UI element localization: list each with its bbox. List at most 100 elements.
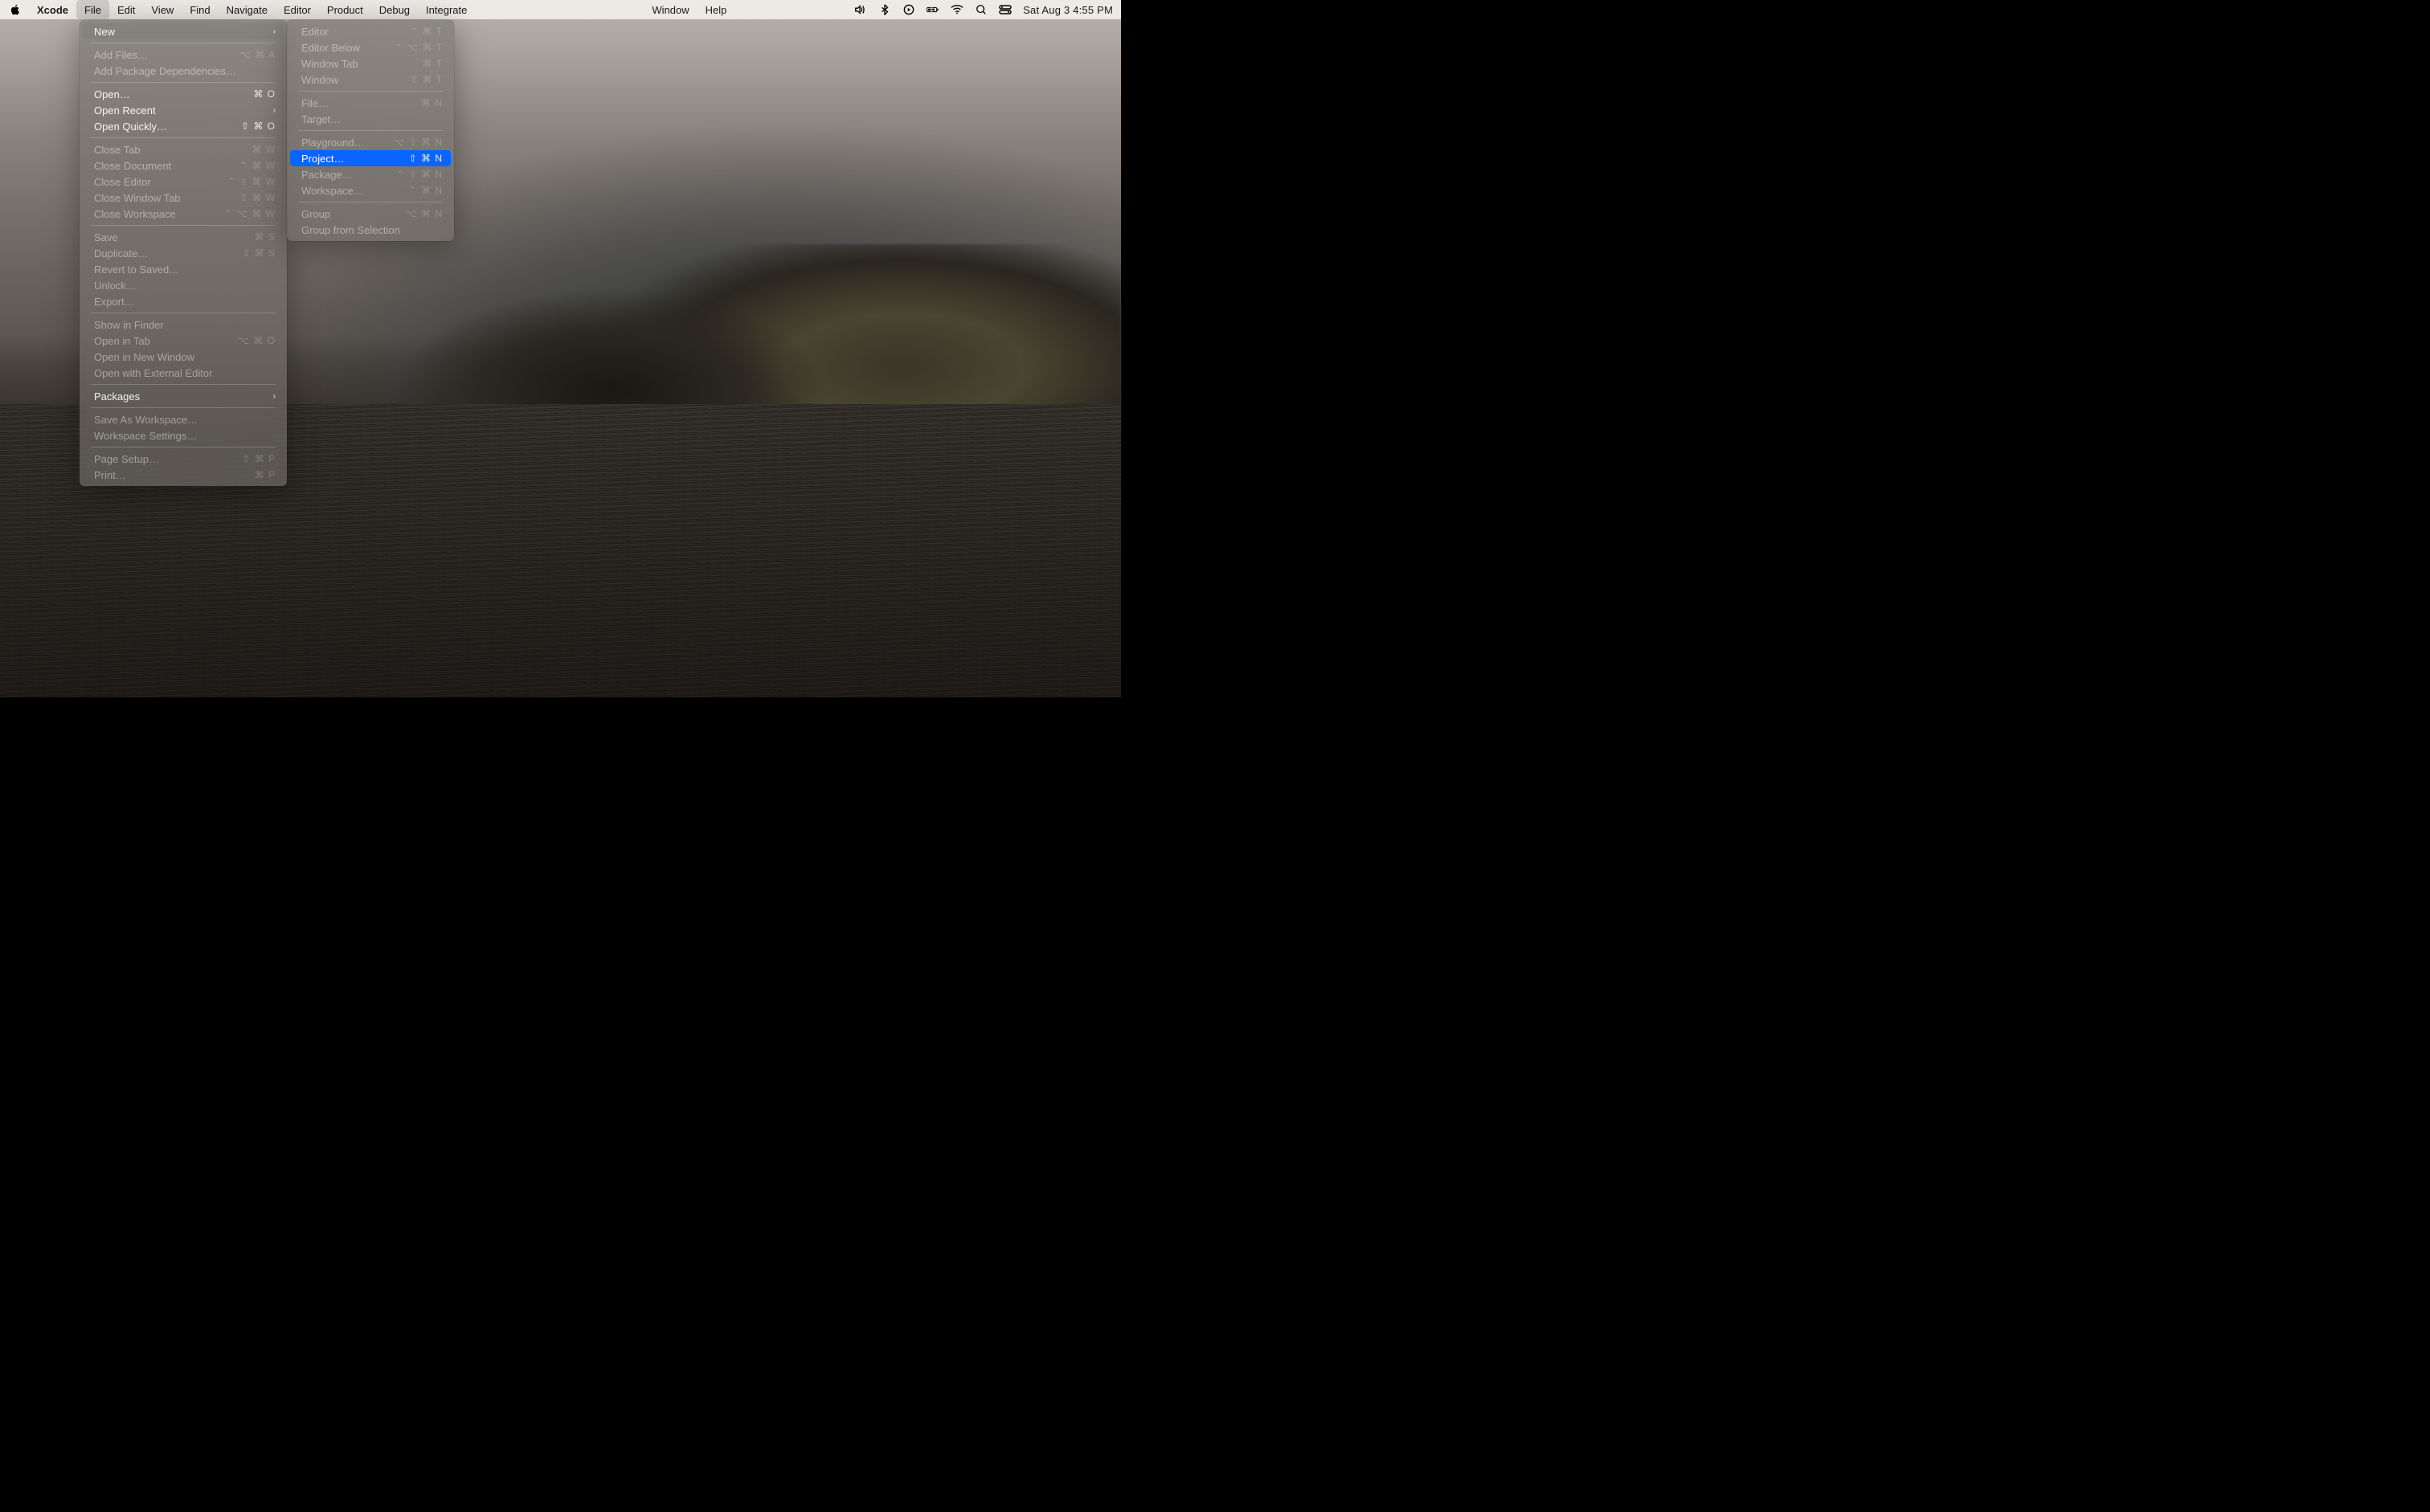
menu-item-label: File… xyxy=(301,97,421,109)
menubar-datetime[interactable]: Sat Aug 3 4:55 PM xyxy=(1023,4,1113,16)
menu-item-shortcut: ⌘ O xyxy=(253,88,276,100)
volume-icon[interactable] xyxy=(854,4,867,15)
file-menu-item-print: Print…⌘ P xyxy=(83,467,284,483)
menu-item-label: Workspace… xyxy=(301,185,409,197)
menu-item-label: Open in New Window xyxy=(94,351,276,363)
new-submenu-item-window-tab: Window Tab⌘ T xyxy=(290,55,451,72)
file-menu-item-new[interactable]: New › xyxy=(83,23,284,39)
new-submenu-item-target: Target… xyxy=(290,111,451,127)
menubar-item-integrate[interactable]: Integrate xyxy=(418,0,475,19)
new-submenu-dropdown: Editor⌃ ⌘ TEditor Below⌃ ⌥ ⌘ TWindow Tab… xyxy=(287,20,454,241)
file-menu-item-close-window-tab: Close Window Tab⇧ ⌘ W xyxy=(83,190,284,206)
bluetooth-icon[interactable] xyxy=(878,4,891,15)
file-menu-item-unlock: Unlock… xyxy=(83,277,284,293)
new-submenu-item-package: Package…⌃ ⇧ ⌘ N xyxy=(290,166,451,182)
spotlight-icon[interactable] xyxy=(975,4,988,15)
menu-item-shortcut: ⌥ ⌘ A xyxy=(239,49,276,60)
chevron-right-icon: › xyxy=(268,27,276,36)
new-submenu-item-group-from-selection: Group from Selection xyxy=(290,222,451,238)
menubar-item-product[interactable]: Product xyxy=(319,0,371,19)
menu-item-label: Group from Selection xyxy=(301,224,443,236)
menu-item-shortcut: ⌘ N xyxy=(421,97,443,108)
menu-item-shortcut: ⌃ ⌘ T xyxy=(410,26,443,37)
menu-item-shortcut: ⌘ T xyxy=(423,58,443,69)
menu-item-label: Editor Below xyxy=(301,42,395,54)
new-submenu-item-project[interactable]: Project…⇧ ⌘ N xyxy=(290,150,451,166)
menubar-item-view[interactable]: View xyxy=(143,0,182,19)
file-menu-item-workspace-settings: Workspace Settings… xyxy=(83,427,284,443)
file-menu-item-open[interactable]: Open…⌘ O xyxy=(83,86,284,102)
menu-item-shortcut: ⌃ ⇧ ⌘ W xyxy=(227,176,276,187)
menu-item-label: Save xyxy=(94,231,255,243)
menubar-app-name[interactable]: Xcode xyxy=(29,0,76,19)
menu-item-shortcut: ⌘ P xyxy=(255,469,276,480)
menu-item-label: Unlock… xyxy=(94,280,276,292)
menubar-item-editor[interactable]: Editor xyxy=(276,0,319,19)
menu-item-label: Packages xyxy=(94,390,261,403)
menu-item-shortcut: ⇧ ⌘ T xyxy=(410,74,443,85)
new-submenu-item-editor: Editor⌃ ⌘ T xyxy=(290,23,451,39)
menu-item-shortcut: ⇧ ⌘ W xyxy=(239,192,276,203)
new-submenu-separator xyxy=(298,130,443,131)
file-menu-separator xyxy=(91,384,276,385)
menu-item-label: Target… xyxy=(301,113,443,125)
menubar-item-edit[interactable]: Edit xyxy=(109,0,143,19)
chevron-right-icon: › xyxy=(268,106,276,115)
menu-item-label: Open Quickly… xyxy=(94,121,241,133)
menu-item-shortcut: ⌃ ⌘ W xyxy=(239,160,276,171)
menu-item-label: Close Editor xyxy=(94,176,227,188)
control-center-icon[interactable] xyxy=(999,4,1012,15)
menu-item-label: Duplicate… xyxy=(94,247,242,259)
file-menu-item-add-package-dependencies: Add Package Dependencies… xyxy=(83,63,284,79)
menu-item-label: Add Package Dependencies… xyxy=(94,65,276,77)
menu-item-label: Save As Workspace… xyxy=(94,414,276,426)
new-submenu-item-group: Group⌥ ⌘ N xyxy=(290,206,451,222)
new-submenu-item-workspace: Workspace…⌃ ⌘ N xyxy=(290,182,451,198)
file-menu-item-open-quickly[interactable]: Open Quickly…⇧ ⌘ O xyxy=(83,118,284,134)
menu-item-label: Page Setup… xyxy=(94,453,242,465)
menubar-item-navigate[interactable]: Navigate xyxy=(219,0,276,19)
chevron-right-icon: › xyxy=(268,392,276,401)
wifi-icon[interactable] xyxy=(951,4,963,15)
menubar-item-debug[interactable]: Debug xyxy=(371,0,418,19)
file-menu-item-close-workspace: Close Workspace⌃ ⌥ ⌘ W xyxy=(83,206,284,222)
menu-item-shortcut: ⌥ ⌘ N xyxy=(406,208,443,219)
file-menu-separator xyxy=(91,225,276,226)
menu-item-shortcut: ⇧ ⌘ N xyxy=(409,153,443,164)
menu-item-label: Open in Tab xyxy=(94,335,238,347)
menubar-left: Xcode File Edit View Find Navigate Edito… xyxy=(10,0,734,19)
menu-item-label: New xyxy=(94,26,261,38)
menu-item-label: Window Tab xyxy=(301,58,423,70)
file-menu-item-open-recent[interactable]: Open Recent› xyxy=(83,102,284,118)
file-menu-item-save-as-workspace: Save As Workspace… xyxy=(83,411,284,427)
menu-item-label: Package… xyxy=(301,169,396,181)
file-menu-dropdown: New › Add Files…⌥ ⌘ A Add Package Dependenc… xyxy=(80,20,287,486)
menu-item-shortcut: ⌥ ⇧ ⌘ N xyxy=(393,137,443,148)
file-menu-item-open-in-tab: Open in Tab⌥ ⌘ O xyxy=(83,333,284,349)
file-menu-item-duplicate: Duplicate…⇧ ⌘ S xyxy=(83,245,284,261)
menubar-item-help[interactable]: Help xyxy=(698,0,735,19)
file-menu-item-packages[interactable]: Packages › xyxy=(83,388,284,404)
file-menu-separator xyxy=(91,137,276,138)
menubar-item-window[interactable]: Window xyxy=(644,0,697,19)
menu-item-shortcut: ⇧ ⌘ P xyxy=(242,453,276,464)
menu-item-shortcut: ⌘ W xyxy=(252,144,276,155)
menubar-item-file[interactable]: File xyxy=(76,0,109,19)
menu-item-shortcut: ⌃ ⇧ ⌘ N xyxy=(396,169,443,180)
menu-item-label: Playground… xyxy=(301,137,393,149)
menubar-right: Sat Aug 3 4:55 PM xyxy=(854,4,1113,16)
menu-item-shortcut: ⌃ ⌥ ⌘ W xyxy=(224,208,276,219)
menubar-item-find[interactable]: Find xyxy=(182,0,218,19)
battery-icon[interactable] xyxy=(927,4,939,15)
menu-item-label: Close Tab xyxy=(94,144,252,156)
playback-icon[interactable] xyxy=(902,4,915,15)
menu-item-label: Show in Finder xyxy=(94,319,276,331)
menu-item-label: Open with External Editor xyxy=(94,367,276,379)
file-menu-item-save: Save⌘ S xyxy=(83,229,284,245)
menu-item-label: Close Document xyxy=(94,160,239,172)
menu-item-label: Open… xyxy=(94,88,253,100)
apple-logo-icon[interactable] xyxy=(10,4,29,15)
file-menu-item-add-files: Add Files…⌥ ⌘ A xyxy=(83,47,284,63)
menu-item-shortcut: ⌘ S xyxy=(255,231,276,243)
file-menu-separator xyxy=(91,82,276,83)
